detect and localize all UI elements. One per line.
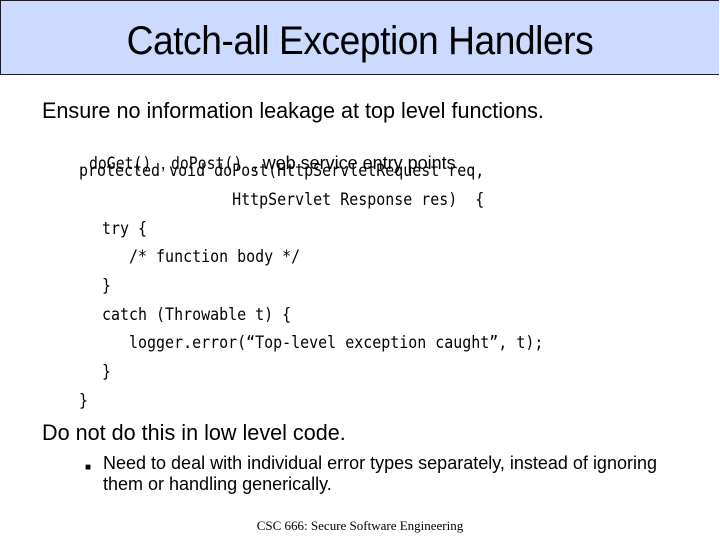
code-line: } <box>79 391 89 411</box>
slide-title: Catch-all Exception Handlers <box>126 19 594 63</box>
bullet-top-level: Ensure no information leakage at top lev… <box>42 98 544 123</box>
code-line: } <box>84 276 112 296</box>
code-line: protected void doPost(HttpServletRequest… <box>79 161 485 181</box>
code-line: catch (Throwable t) { <box>84 305 292 325</box>
sub-bullet: ■ Need to deal with individual error typ… <box>85 453 675 495</box>
code-line: logger.error(“Top-level exception caught… <box>84 333 544 353</box>
code-line: /* function body */ <box>84 247 301 267</box>
code-line: } <box>84 362 112 382</box>
sub-bullet-text: Need to deal with individual error types… <box>103 453 657 494</box>
square-bullet-icon: ■ <box>85 462 92 473</box>
bullet-low-level: Do not do this in low level code. <box>42 420 346 445</box>
title-bar: Catch-all Exception Handlers <box>0 0 719 75</box>
footer: CSC 666: Secure Software Engineering <box>256 518 464 533</box>
code-line: try { <box>84 219 148 239</box>
code-line: HttpServlet Response res) { <box>79 190 485 210</box>
